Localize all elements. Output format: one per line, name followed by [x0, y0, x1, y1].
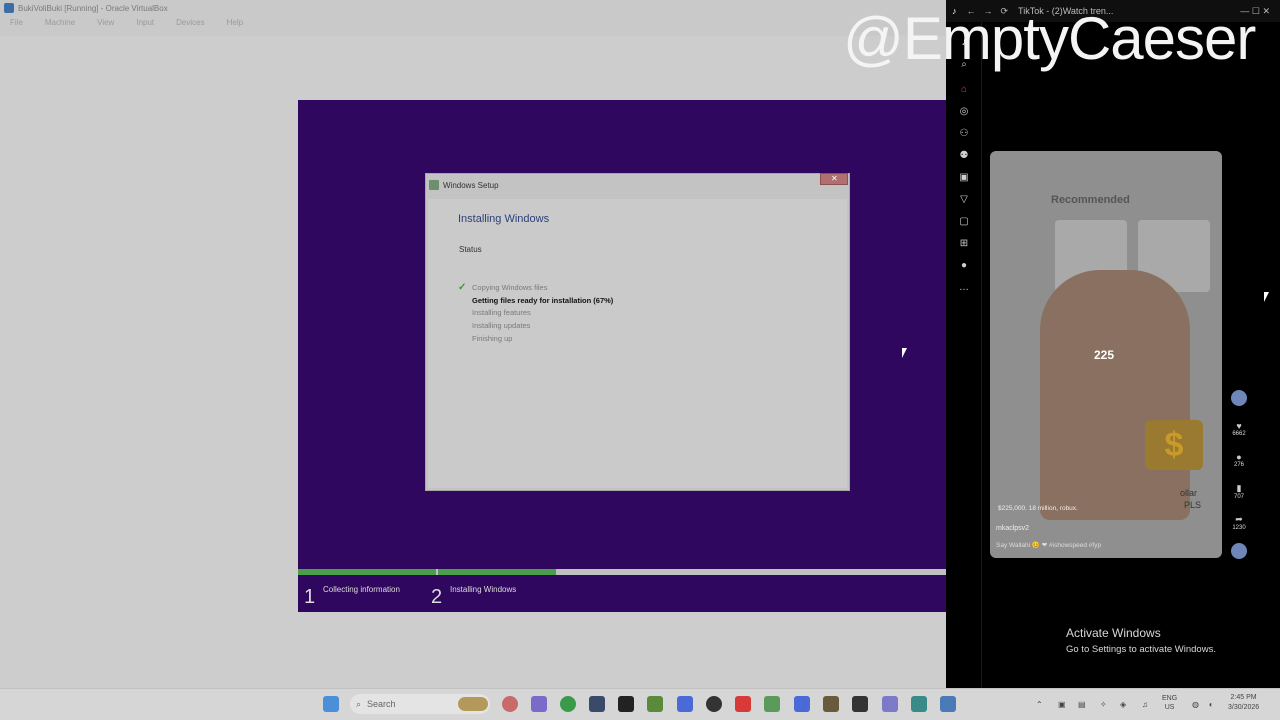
- menu-devices[interactable]: Devices: [176, 18, 204, 34]
- video-username[interactable]: mkaclpsv2: [996, 525, 1029, 532]
- live-icon[interactable]: ▣: [958, 172, 970, 184]
- tray-icon[interactable]: ▤: [1078, 700, 1086, 709]
- xbox-icon[interactable]: [764, 696, 780, 712]
- phase-2-label: Installing Windows: [450, 585, 517, 594]
- menu-help[interactable]: Help: [227, 18, 243, 34]
- recommended-heading: Recommended: [1051, 194, 1130, 206]
- microphone-icon[interactable]: ♫: [1142, 700, 1148, 709]
- app-icon[interactable]: [677, 696, 693, 712]
- language-indicator[interactable]: ENG US: [1162, 694, 1177, 712]
- tray-icon[interactable]: ▣: [1058, 700, 1066, 709]
- sound-avatar[interactable]: [1231, 543, 1247, 559]
- tiktok-sidebar: [946, 22, 982, 688]
- upload-icon[interactable]: ⊞: [958, 238, 970, 250]
- setup-steps-list: ✓ Copying Windows files Getting files rea…: [458, 282, 758, 345]
- phase-1-progress: [298, 569, 436, 575]
- step-getting-files-ready: Getting files ready for installation (67…: [472, 295, 614, 305]
- store-icon[interactable]: [794, 696, 810, 712]
- chevron-up-icon[interactable]: ⌃: [1036, 700, 1043, 709]
- vscode-icon[interactable]: [911, 696, 927, 712]
- setup-window-title: Windows Setup: [443, 180, 499, 190]
- search-placeholder: Search: [367, 699, 396, 709]
- profile-icon[interactable]: ●: [958, 260, 970, 272]
- menu-input[interactable]: Input: [136, 18, 154, 34]
- activate-title: Activate Windows: [1066, 626, 1161, 640]
- item-label-dollar: ollar: [1180, 488, 1198, 498]
- virtualbox-icon[interactable]: [940, 696, 956, 712]
- video-caption: $225,000. 18 million, robux.: [998, 505, 1078, 512]
- phase-2-progress: [438, 569, 556, 575]
- phase-1-label: Collecting information: [323, 585, 400, 594]
- following-icon[interactable]: ⚇: [958, 128, 970, 140]
- tiktok-icon[interactable]: [618, 696, 634, 712]
- discord-icon[interactable]: [531, 696, 547, 712]
- share-icon: ➦: [1235, 514, 1243, 524]
- comment-icon: ●: [1236, 452, 1242, 462]
- activity-icon[interactable]: ▽: [958, 194, 970, 206]
- settings-icon[interactable]: [882, 696, 898, 712]
- status-label: Status: [459, 245, 482, 254]
- dollar-thumbnail: $: [1145, 420, 1203, 470]
- close-button[interactable]: [820, 173, 848, 185]
- opera-icon[interactable]: [502, 696, 518, 712]
- virtualbox-titlebar: BukiVoliBuki [Running] - Oracle VirtualB…: [0, 0, 946, 16]
- menu-machine[interactable]: Machine: [45, 18, 75, 34]
- video-overlay-number: 225: [1094, 348, 1115, 362]
- phase-2-number: 2: [431, 586, 443, 608]
- start-icon[interactable]: [323, 696, 339, 712]
- game-icon[interactable]: [647, 696, 663, 712]
- comment-action[interactable]: ● 276: [1230, 452, 1248, 468]
- more-icon[interactable]: …: [958, 282, 970, 294]
- window-title: BukiVoliBuki [Running] - Oracle VirtualB…: [18, 3, 168, 13]
- friends-icon[interactable]: ⚉: [958, 150, 970, 162]
- search-icon: ⌕: [356, 698, 362, 709]
- tray-icon[interactable]: ◈: [1120, 700, 1126, 709]
- setup-icon: [429, 180, 439, 190]
- video-subject: [1040, 270, 1190, 520]
- explore-icon[interactable]: ◎: [958, 106, 970, 118]
- step-copying: ✓ Copying Windows files: [458, 282, 548, 293]
- taskbar: [0, 688, 1280, 720]
- home-icon[interactable]: ⌂: [958, 84, 970, 96]
- activate-windows-notice: Activate Windows Go to Settings to activ…: [1066, 626, 1216, 655]
- share-action[interactable]: ➦ 1230: [1230, 514, 1248, 531]
- messages-icon[interactable]: ▢: [958, 216, 970, 228]
- checkmark-icon: ✓: [458, 282, 467, 293]
- mouse-cursor-icon: [902, 348, 912, 358]
- steam-icon[interactable]: [589, 696, 605, 712]
- phase-1-number: 1: [304, 586, 316, 608]
- virtualbox-menubar: File Machine View Input Devices Help: [0, 18, 946, 34]
- item-label-pls: PLS: [1184, 500, 1202, 510]
- wifi-icon[interactable]: ◍: [1192, 700, 1199, 709]
- step-finishing-up: Finishing up: [472, 333, 513, 343]
- menu-file[interactable]: File: [10, 18, 23, 34]
- minecraft-icon[interactable]: [823, 696, 839, 712]
- virtualbox-icon: [4, 3, 14, 13]
- creator-avatar[interactable]: [1231, 390, 1247, 406]
- setup-heading: Installing Windows: [458, 213, 550, 225]
- bookmark-action[interactable]: ▮ 707: [1230, 483, 1248, 500]
- menu-view[interactable]: View: [97, 18, 114, 34]
- heart-icon: ♥: [1236, 421, 1242, 431]
- setup-dialog-titlebar: Windows Setup: [429, 178, 729, 192]
- obs-icon[interactable]: [706, 696, 722, 712]
- clock[interactable]: 2:45 PM 3/30/2026: [1228, 693, 1259, 713]
- youtube-icon[interactable]: [735, 696, 751, 712]
- step-installing-updates: Installing updates: [472, 321, 531, 331]
- tray-icon[interactable]: ✧: [1100, 700, 1107, 709]
- watermark: @EmptyCaeser: [843, 5, 1256, 72]
- volume-icon[interactable]: ◖: [1208, 700, 1213, 709]
- spotify-icon[interactable]: [560, 696, 576, 712]
- video-description: Say Wallahi 😊 ❤ #ishowspeed #fyp: [996, 542, 1102, 549]
- mouse-cursor-icon: [1264, 292, 1274, 302]
- search-highlight-icon: [458, 697, 488, 711]
- step-installing-features: Installing features: [472, 308, 531, 318]
- activate-subtitle: Go to Settings to activate Windows.: [1066, 644, 1216, 655]
- like-action[interactable]: ♥ 6662: [1230, 421, 1248, 437]
- bookmark-icon: ▮: [1236, 483, 1242, 493]
- editor-icon[interactable]: [852, 696, 868, 712]
